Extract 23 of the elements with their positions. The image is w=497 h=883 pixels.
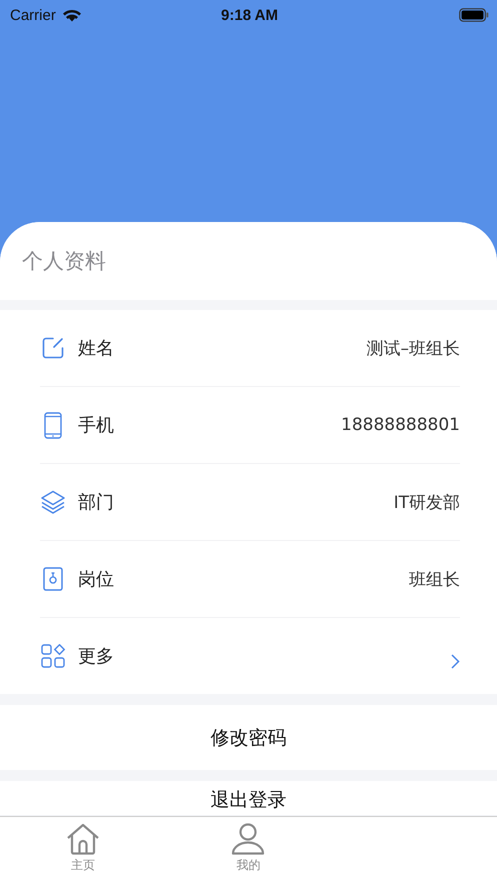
apps-icon [40, 644, 66, 668]
status-time: 9:18 AM [221, 6, 278, 24]
field-value: 班组长 [409, 568, 460, 590]
field-value: 18888888801 [341, 415, 460, 435]
battery-icon [459, 8, 489, 22]
field-label: 姓名 [78, 337, 114, 360]
action-button[interactable]: 退出登录 [0, 781, 497, 815]
chevron-right-icon[interactable] [451, 654, 460, 668]
field-label: 岗位 [78, 568, 114, 591]
section-title: 个人资料 [0, 222, 497, 300]
field-label: 手机 [78, 414, 114, 437]
field-label: 部门 [78, 491, 114, 514]
tab-item[interactable]: 我的 [166, 817, 332, 883]
edit-icon [40, 337, 66, 359]
carrier-label: Carrier [10, 6, 56, 24]
wifi-icon [62, 8, 82, 22]
home-icon [66, 822, 100, 854]
user-icon [231, 822, 266, 854]
field-value: IT研发部 [394, 492, 460, 514]
layers-icon [40, 490, 66, 514]
field-value: 测试–班组长 [366, 338, 460, 360]
field-label: 更多 [78, 645, 114, 668]
action-button[interactable]: 修改密码 [0, 705, 497, 770]
